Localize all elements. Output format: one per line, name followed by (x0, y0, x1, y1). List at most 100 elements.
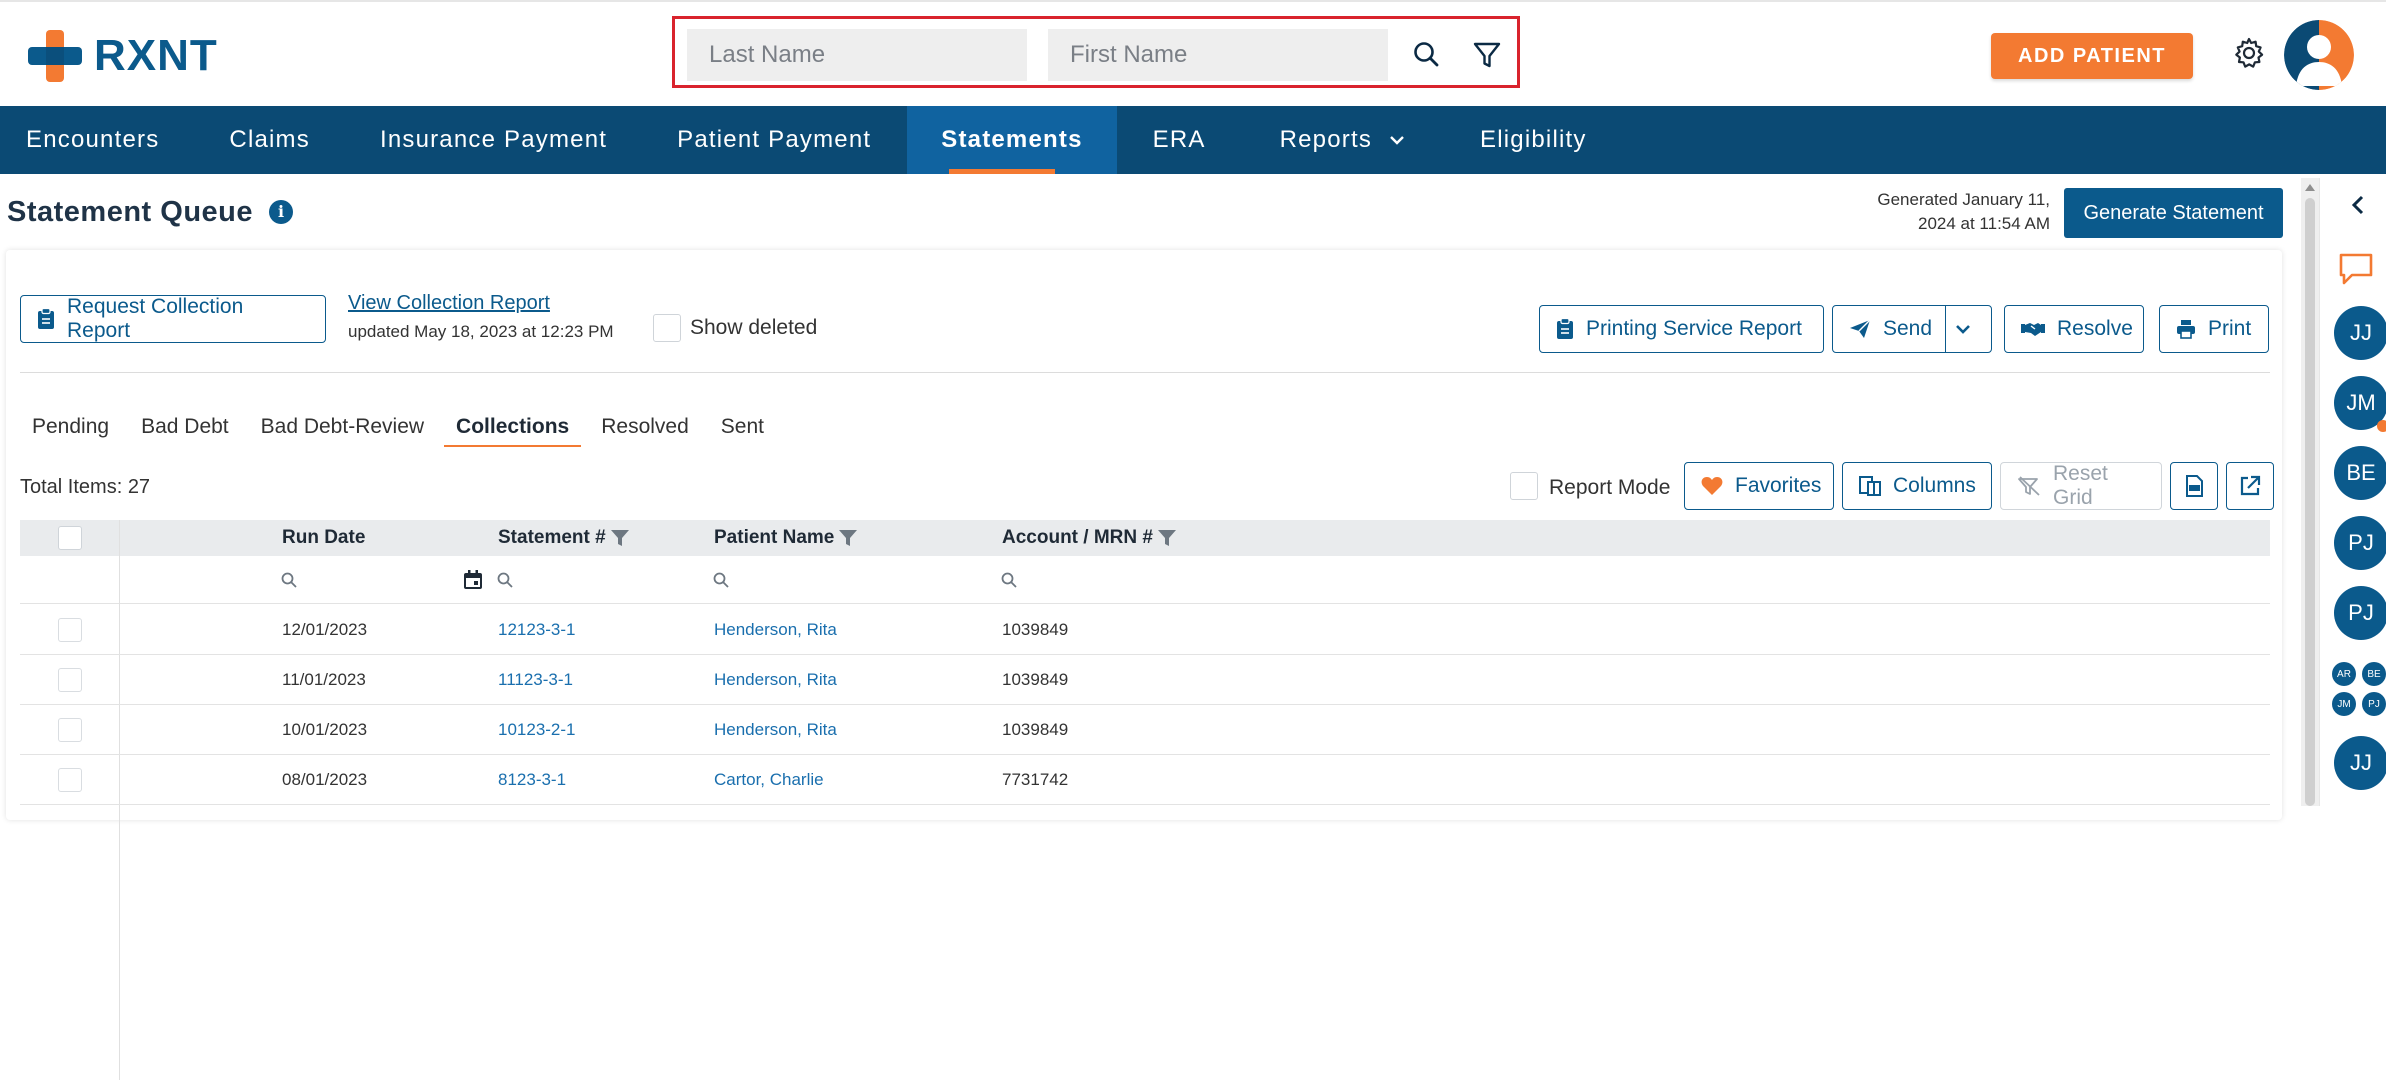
col-label: Patient Name (714, 527, 835, 548)
nav-statements[interactable]: Statements (907, 106, 1117, 174)
columns-button[interactable]: Columns (1842, 462, 1992, 510)
row-checkbox[interactable] (58, 768, 82, 792)
contact-avatar[interactable]: PJ (2334, 586, 2386, 640)
send-dropdown-toggle[interactable] (1946, 306, 1991, 352)
page-scrollbar[interactable] (2301, 178, 2319, 806)
nav-patient-payment[interactable]: Patient Payment (633, 106, 897, 174)
row-checkbox[interactable] (58, 718, 82, 742)
col-patient-name[interactable]: Patient Name (714, 520, 858, 556)
resolve-label: Resolve (2057, 317, 2133, 340)
tab-bad-debt[interactable]: Bad Debt (129, 412, 241, 452)
contact-avatar[interactable]: JJ (2334, 736, 2386, 790)
statement-link[interactable]: 8123-3-1 (498, 755, 566, 805)
nav-encounters[interactable]: Encounters (0, 106, 185, 174)
table-row[interactable]: 10/01/2023 10123-2-1 Henderson, Rita 103… (20, 705, 2270, 755)
table-row[interactable]: 08/01/2023 8123-3-1 Cartor, Charlie 7731… (20, 755, 2270, 805)
report-mode-checkbox[interactable] (1510, 472, 1538, 500)
table-row[interactable]: 12/01/2023 12123-3-1 Henderson, Rita 103… (20, 605, 2270, 655)
add-patient-button[interactable]: ADD PATIENT (1991, 33, 2193, 79)
col-statement[interactable]: Statement # (498, 520, 630, 556)
print-button[interactable]: Print (2159, 305, 2269, 353)
export-external-button[interactable] (2226, 462, 2274, 510)
select-all-checkbox[interactable] (58, 526, 82, 550)
statement-link[interactable]: 10123-2-1 (498, 705, 576, 755)
group-avatar[interactable]: AR BE JM PJ (2332, 662, 2386, 718)
tab-bad-debt-review[interactable]: Bad Debt-Review (249, 412, 436, 452)
request-collection-report-button[interactable]: Request Collection Report (20, 295, 326, 343)
nav-label: Encounters (26, 126, 160, 153)
statement-link[interactable]: 12123-3-1 (498, 605, 576, 655)
chat-icon[interactable] (2338, 252, 2374, 286)
resolve-button[interactable]: Resolve (2004, 305, 2144, 353)
contact-avatar[interactable]: PJ (2334, 516, 2386, 570)
send-label: Send (1883, 317, 1933, 340)
printing-service-report-button[interactable]: Printing Service Report (1539, 305, 1824, 353)
generate-statement-button[interactable]: Generate Statement (2064, 188, 2283, 238)
top-header: RXNT ADD PATIENT (0, 0, 2386, 106)
favorites-button[interactable]: Favorites (1684, 462, 1834, 510)
reset-grid-button[interactable]: Reset Grid (2000, 462, 2162, 510)
total-items: Total Items: 27 (20, 476, 151, 498)
export-document-icon (2186, 475, 2203, 497)
tab-resolved[interactable]: Resolved (589, 412, 701, 452)
nav-label: Insurance Payment (379, 126, 608, 153)
col-run-date[interactable]: Run Date (282, 520, 365, 556)
run-date-cell: 12/01/2023 (282, 620, 368, 639)
statement-filter[interactable] (496, 556, 696, 604)
patient-link[interactable]: Henderson, Rita (714, 655, 837, 705)
first-name-input[interactable] (1048, 29, 1388, 81)
patient-link[interactable]: Cartor, Charlie (714, 755, 824, 805)
view-collection-report-link[interactable]: View Collection Report (348, 292, 550, 315)
col-account-mrn[interactable]: Account / MRN # (1002, 520, 1177, 556)
patient-link[interactable]: Henderson, Rita (714, 605, 837, 655)
chevron-down-icon (1955, 325, 1970, 334)
nav-reports[interactable]: Reports (1232, 106, 1432, 174)
chevron-left-icon[interactable] (2350, 194, 2366, 216)
search-icon (1001, 572, 1017, 588)
calendar-icon[interactable] (462, 569, 484, 591)
page-title: Statement Queue (7, 196, 253, 228)
rxnt-logo[interactable]: RXNT (28, 30, 218, 82)
top-border (0, 0, 2386, 2)
filter-icon[interactable] (1467, 35, 1507, 75)
show-deleted-checkbox[interactable] (653, 314, 681, 342)
export-pdf-button[interactable] (2170, 462, 2218, 510)
nav-eligibility[interactable]: Eligibility (1432, 106, 1613, 174)
contact-avatar[interactable]: BE (2334, 446, 2386, 500)
run-date-filter[interactable] (280, 556, 490, 604)
contact-avatar[interactable]: JJ (2334, 306, 2386, 360)
nav-label: Reports (1279, 126, 1373, 153)
show-deleted-label: Show deleted (690, 316, 818, 339)
group-member-initials: BE (2362, 662, 2386, 686)
scrollbar-thumb[interactable] (2305, 198, 2315, 806)
tab-pending[interactable]: Pending (20, 412, 121, 452)
patient-link[interactable]: Henderson, Rita (714, 705, 837, 755)
nav-insurance-payment[interactable]: Insurance Payment (336, 106, 633, 174)
chevron-down-icon (1390, 136, 1404, 145)
column-filter-icon[interactable] (610, 528, 630, 548)
send-button[interactable]: Send (1833, 306, 1946, 352)
account-cell: 7731742 (1002, 770, 1069, 789)
patient-name-filter[interactable] (712, 556, 972, 604)
nav-claims[interactable]: Claims (185, 106, 336, 174)
user-avatar-icon[interactable] (2284, 20, 2354, 90)
tab-sent[interactable]: Sent (709, 412, 776, 452)
nav-era[interactable]: ERA (1117, 106, 1232, 174)
tab-collections[interactable]: Collections (444, 412, 582, 452)
search-icon[interactable] (1407, 35, 1447, 75)
column-filter-icon[interactable] (838, 528, 858, 548)
nav-label: Eligibility (1480, 126, 1587, 153)
column-filter-icon[interactable] (1157, 528, 1177, 548)
row-checkbox[interactable] (58, 668, 82, 692)
group-member-initials: AR (2332, 662, 2356, 686)
gear-icon[interactable] (2232, 36, 2266, 70)
scroll-up-arrow-icon[interactable] (2305, 184, 2315, 191)
table-row[interactable]: 11/01/2023 11123-3-1 Henderson, Rita 103… (20, 655, 2270, 705)
info-icon[interactable]: i (269, 200, 293, 224)
last-name-input[interactable] (687, 29, 1027, 81)
statement-link[interactable]: 11123-3-1 (498, 655, 573, 705)
row-checkbox[interactable] (58, 618, 82, 642)
search-icon (281, 572, 297, 588)
generated-timestamp: Generated January 11, 2024 at 11:54 AM (1877, 190, 2050, 233)
account-filter[interactable] (1000, 556, 1230, 604)
